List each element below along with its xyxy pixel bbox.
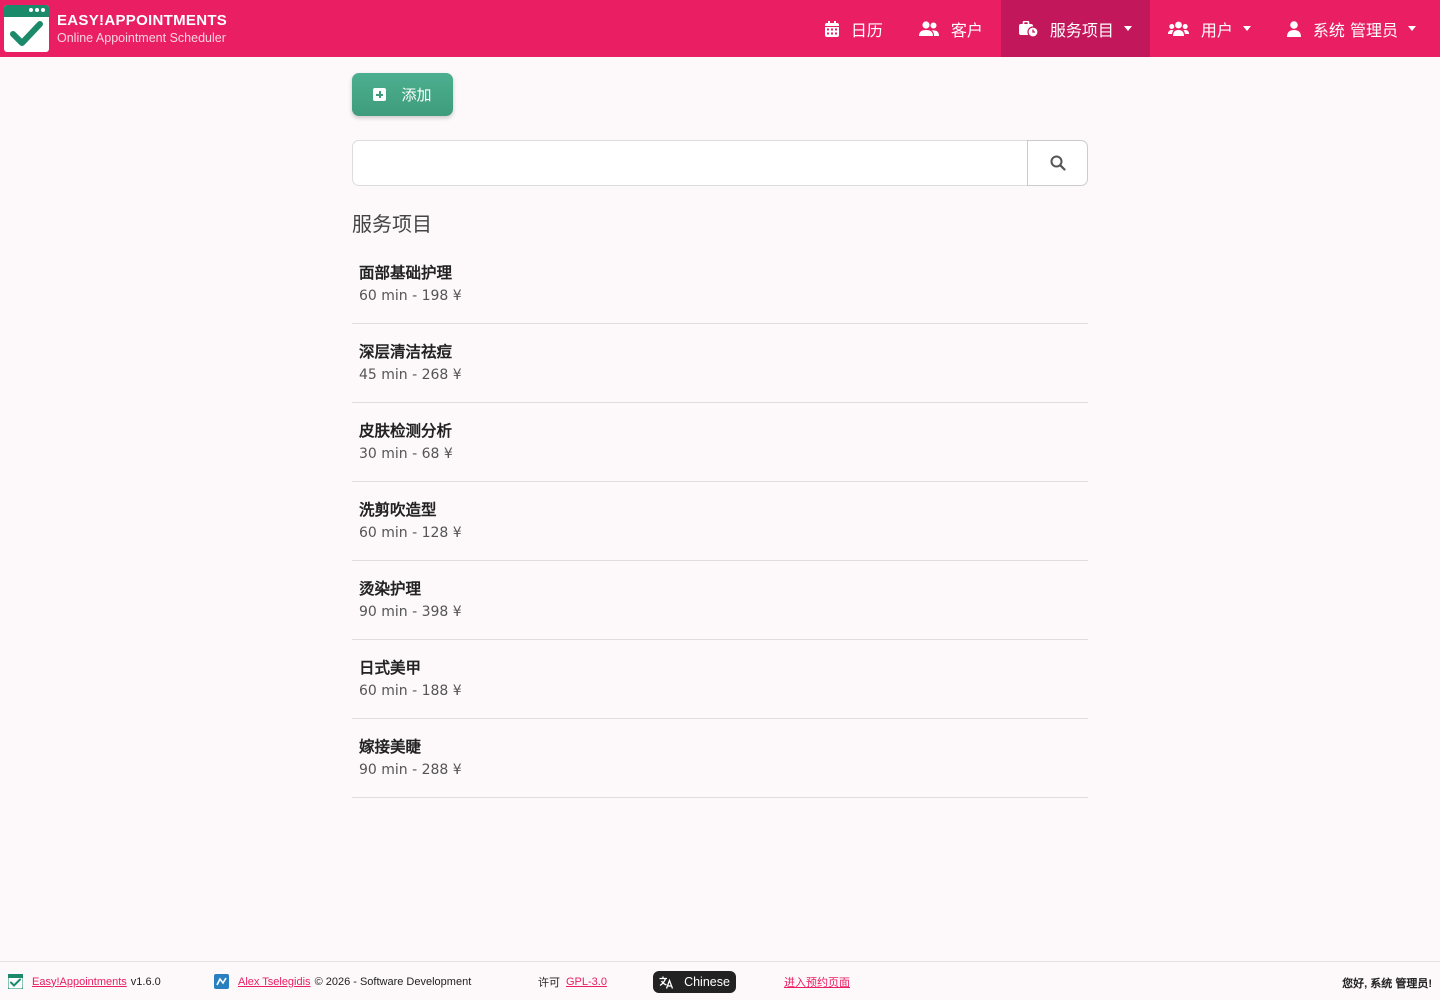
footer-license: 许可 GPL-3.0 [538, 974, 607, 990]
search-icon [1050, 155, 1066, 171]
license-label: 许可 [538, 977, 560, 989]
service-name: 深层清洁祛痘 [359, 343, 453, 361]
nav-calendar[interactable]: 日历 [807, 0, 901, 57]
app-link[interactable]: Easy!Appointments [32, 976, 127, 988]
brand[interactable]: EASY!APPOINTMENTS Online Appointment Sch… [0, 0, 320, 57]
nav-menu: 日历 客户 服务项目 用户 系统 管理员 [807, 0, 1440, 57]
booking-page-link[interactable]: 进入预约页面 [784, 974, 850, 990]
service-name: 烫染护理 [359, 580, 422, 598]
nav-calendar-label: 日历 [850, 20, 883, 40]
service-name: 日式美甲 [359, 659, 422, 677]
add-button-label: 添加 [401, 86, 432, 104]
language-label: Chinese [684, 975, 730, 989]
list-item[interactable]: 烫染护理 90 min - 398 ¥ [352, 561, 1088, 640]
service-info: 60 min - 198 ¥ [359, 288, 462, 304]
nav-customers[interactable]: 客户 [901, 0, 1001, 57]
list-item[interactable]: 面部基础护理 60 min - 198 ¥ [352, 245, 1088, 324]
chevron-down-icon [1123, 26, 1132, 31]
author-logo-icon [214, 974, 229, 989]
service-info: 45 min - 268 ¥ [359, 367, 462, 383]
chevron-down-icon [1408, 26, 1416, 31]
app-version: v1.6.0 [130, 975, 161, 988]
greeting-text: 您好, 系统 管理员! [1342, 978, 1432, 990]
footer-author: Alex Tselegidis © 2026 - Software Develo… [214, 974, 471, 989]
service-info: 60 min - 188 ¥ [359, 683, 462, 699]
list-item[interactable]: 嫁接美睫 90 min - 288 ¥ [352, 719, 1088, 798]
list-item[interactable]: 皮肤检测分析 30 min - 68 ¥ [352, 403, 1088, 482]
service-info: 90 min - 288 ¥ [359, 762, 462, 778]
plus-square-icon [373, 88, 387, 101]
nav-admin-label: 系统 管理员 [1312, 20, 1398, 40]
calendar-icon [824, 20, 839, 37]
footer-booking: 进入预约页面 [784, 974, 850, 990]
nav-admin[interactable]: 系统 管理员 [1269, 0, 1440, 57]
brand-title: EASY!APPOINTMENTS [57, 12, 228, 29]
nav-services[interactable]: 服务项目 [1000, 0, 1150, 57]
license-link[interactable]: GPL-3.0 [566, 976, 607, 988]
nav-customers-label: 客户 [950, 20, 983, 40]
translate-icon [659, 976, 674, 989]
author-link[interactable]: Alex Tselegidis [238, 976, 311, 988]
service-name: 洗剪吹造型 [359, 501, 437, 519]
logo-icon [4, 5, 49, 52]
service-info: 90 min - 398 ¥ [359, 604, 462, 620]
footer: Easy!Appointments v1.6.0 Alex Tselegidis… [0, 961, 1440, 1000]
search-button[interactable] [1027, 140, 1088, 186]
service-info: 60 min - 128 ¥ [359, 525, 462, 541]
service-list: 面部基础护理 60 min - 198 ¥ 深层清洁祛痘 45 min - 26… [352, 245, 1088, 798]
list-item[interactable]: 日式美甲 60 min - 188 ¥ [352, 640, 1088, 719]
search-input[interactable] [352, 140, 1027, 186]
top-navbar: EASY!APPOINTMENTS Online Appointment Sch… [0, 0, 1440, 57]
nav-services-label: 服务项目 [1049, 20, 1114, 40]
add-service-button[interactable]: 添加 [352, 73, 453, 116]
service-name: 皮肤检测分析 [359, 422, 453, 440]
language-button[interactable]: Chinese [653, 971, 736, 993]
brand-subtitle: Online Appointment Scheduler [57, 31, 226, 45]
copyright-text: © 2026 - Software Development [314, 975, 472, 988]
user-group-icon [1167, 21, 1189, 36]
users-icon [918, 20, 939, 36]
service-name: 嫁接美睫 [359, 738, 422, 756]
footer-app: Easy!Appointments v1.6.0 [7, 973, 161, 990]
nav-users-label: 用户 [1200, 20, 1233, 40]
list-item[interactable]: 深层清洁祛痘 45 min - 268 ¥ [352, 324, 1088, 403]
list-item[interactable]: 洗剪吹造型 60 min - 128 ¥ [352, 482, 1088, 561]
section-title: 服务项目 [352, 212, 432, 236]
nav-users[interactable]: 用户 [1150, 0, 1269, 57]
chevron-down-icon [1242, 26, 1251, 31]
service-name: 面部基础护理 [359, 264, 453, 282]
search-bar [352, 140, 1088, 186]
briefcase-clock-icon [1018, 20, 1038, 37]
logo-icon [7, 973, 24, 990]
service-info: 30 min - 68 ¥ [359, 446, 453, 462]
user-icon [1286, 20, 1301, 37]
